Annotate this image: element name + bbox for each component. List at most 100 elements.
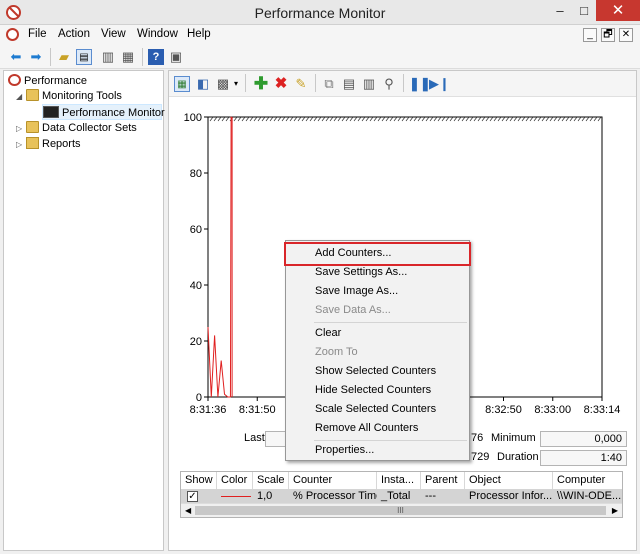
tree-item-data-collector-sets[interactable]: ▷ Data Collector Sets: [16, 120, 137, 136]
expand-arrow-icon[interactable]: ▷: [16, 137, 26, 153]
menu-view[interactable]: View: [101, 28, 126, 40]
monitor-chart-icon: [43, 106, 59, 118]
view-log-data-icon[interactable]: ◧: [195, 76, 211, 92]
cell-counter: % Processor Time: [293, 490, 377, 502]
series-color-swatch: [221, 496, 251, 497]
y-tick-label: 40: [190, 280, 202, 292]
print-icon[interactable]: ▦: [120, 49, 136, 65]
tree-label-performance: Performance: [24, 75, 87, 87]
horizontal-scrollbar[interactable]: ◀ III ▶: [181, 503, 622, 517]
add-icon[interactable]: ✚: [253, 75, 269, 92]
x-tick-label: 8:32:50: [485, 404, 522, 416]
title-bar: Performance Monitor – □ ✕: [0, 0, 640, 25]
menu-item-zoom-to: Zoom To: [315, 346, 358, 358]
toolbar-separator: [315, 74, 316, 92]
window-title: Performance Monitor: [254, 5, 386, 21]
cell-computer: \\WIN-ODE...: [557, 490, 622, 502]
column-header-color[interactable]: Color: [217, 472, 253, 489]
scroll-right-icon[interactable]: ▶: [612, 504, 618, 517]
column-header-computer[interactable]: Computer: [553, 472, 622, 489]
menu-item-clear[interactable]: Clear: [287, 324, 468, 343]
mdi-minimize-button[interactable]: _: [583, 28, 597, 42]
last-label: Last: [244, 432, 265, 444]
highlight-icon[interactable]: ✎: [293, 76, 309, 92]
change-graph-icon[interactable]: ▩: [215, 76, 231, 92]
annotation-highlight-box: [284, 242, 471, 266]
maximize-button[interactable]: □: [572, 0, 596, 21]
counter-props-icon[interactable]: ▥: [361, 76, 377, 92]
x-tick-label: 8:33:14: [584, 404, 621, 416]
delete-icon[interactable]: ✖: [273, 76, 289, 92]
maximum-value: 729: [471, 451, 490, 463]
tree-item-monitoring-tools[interactable]: ◢ Monitoring Tools: [16, 88, 122, 104]
y-tick-label: 20: [190, 336, 202, 348]
minimize-button[interactable]: –: [548, 0, 572, 21]
main-toolbar: ⬅ ➡ ▰ ▤ ▥ ▦ ? ▣: [0, 45, 640, 69]
tree-label-monitoring-tools: Monitoring Tools: [42, 90, 122, 102]
menu-item-show-selected-counters[interactable]: Show Selected Counters: [287, 362, 468, 381]
help-icon[interactable]: ?: [148, 49, 164, 65]
menu-file[interactable]: File: [28, 28, 47, 40]
average-value: 76: [471, 432, 484, 444]
console-icon[interactable]: [6, 28, 19, 41]
column-header-parent[interactable]: Parent: [421, 472, 465, 489]
scroll-thumb[interactable]: III: [195, 506, 606, 515]
y-tick-label: 80: [190, 168, 202, 180]
menu-item-scale-selected-counters[interactable]: Scale Selected Counters: [287, 400, 468, 419]
pause-icon[interactable]: ❚❚: [409, 76, 431, 92]
duration-label: Duration: [497, 451, 539, 463]
zoom-icon[interactable]: ⚲: [381, 76, 397, 92]
properties-icon[interactable]: ▣: [168, 49, 184, 65]
menu-item-remove-all-counters[interactable]: Remove All Counters: [287, 419, 468, 438]
menu-action[interactable]: Action: [58, 28, 90, 40]
menu-item-hide-selected-counters[interactable]: Hide Selected Counters: [287, 381, 468, 400]
column-header-object[interactable]: Object: [465, 472, 553, 489]
up-folder-icon[interactable]: ▰: [56, 49, 72, 65]
x-tick-label: 8:31:50: [239, 404, 276, 416]
toolbar-separator: [245, 74, 246, 92]
column-header-show[interactable]: Show: [181, 472, 217, 489]
forward-arrow-icon[interactable]: ➡: [28, 49, 44, 65]
close-button[interactable]: ✕: [596, 0, 640, 21]
y-tick-label: 60: [190, 224, 202, 236]
paste-icon[interactable]: ▤: [341, 76, 357, 92]
navigation-tree: Performance ◢ Monitoring Tools Performanc…: [3, 70, 165, 551]
tree-item-performance[interactable]: Performance: [8, 73, 87, 89]
folder-icon: [26, 89, 39, 101]
x-tick-label: 8:33:00: [534, 404, 571, 416]
y-axis-ticks: 0 20 40 60 80 100: [184, 112, 208, 404]
cell-parent: ---: [425, 490, 436, 502]
minimum-label: Minimum: [491, 432, 536, 444]
tree-item-performance-monitor[interactable]: Performance Monitor: [42, 104, 165, 120]
cell-instance: _Total: [381, 490, 411, 502]
menu-window[interactable]: Window: [137, 28, 178, 40]
collapse-arrow-icon[interactable]: ◢: [16, 89, 26, 105]
menu-separator: [314, 322, 467, 323]
reports-icon: [26, 137, 39, 149]
graph-type-dropdown[interactable]: ▾: [232, 76, 240, 92]
tree-label-data-collector-sets: Data Collector Sets: [42, 122, 137, 134]
back-arrow-icon[interactable]: ⬅: [8, 49, 24, 65]
menu-bar: File Action View Window Help _ 🗗 ✕: [0, 25, 640, 45]
show-tree-icon[interactable]: ▤: [76, 49, 92, 65]
duration-value: 1:40: [540, 450, 627, 466]
mdi-restore-button[interactable]: 🗗: [601, 28, 615, 42]
show-checkbox[interactable]: ✓: [187, 491, 198, 502]
mdi-close-button[interactable]: ✕: [619, 28, 633, 42]
menu-help[interactable]: Help: [187, 28, 211, 40]
menu-item-save-image-as[interactable]: Save Image As...: [287, 282, 468, 301]
update-icon[interactable]: ▶❙: [429, 76, 450, 92]
expand-arrow-icon[interactable]: ▷: [16, 121, 26, 137]
column-header-instance[interactable]: Insta...: [377, 472, 421, 489]
column-header-counter[interactable]: Counter: [289, 472, 377, 489]
scroll-left-icon[interactable]: ◀: [185, 504, 191, 517]
export-icon[interactable]: ▥: [100, 49, 116, 65]
column-header-scale[interactable]: Scale: [253, 472, 289, 489]
menu-item-properties[interactable]: Properties...: [287, 441, 468, 460]
view-current-activity-icon[interactable]: ▦: [174, 76, 190, 92]
copy-icon[interactable]: ⧉: [321, 76, 337, 92]
y-tick-label: 100: [184, 112, 202, 124]
table-row[interactable]: ✓ 1,0 % Processor Time _Total --- Proces…: [181, 489, 622, 504]
tree-label-reports: Reports: [42, 138, 81, 150]
tree-item-reports[interactable]: ▷ Reports: [16, 136, 81, 152]
